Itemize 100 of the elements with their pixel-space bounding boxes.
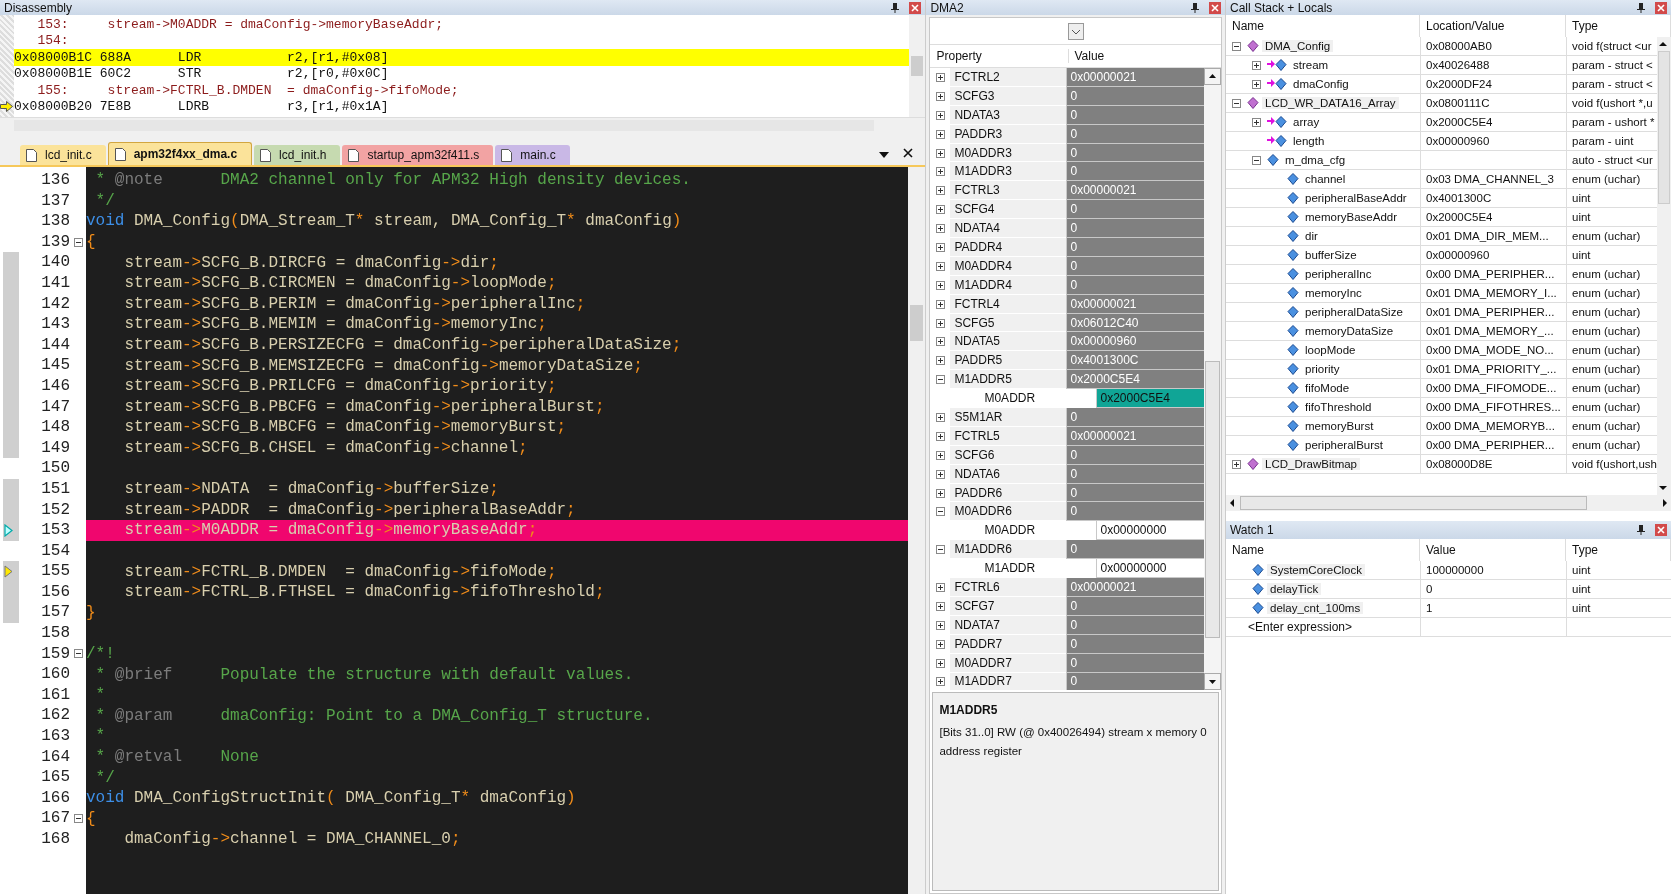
- expand-icon[interactable]: [935, 507, 945, 517]
- variable-name[interactable]: memoryInc: [1302, 287, 1365, 299]
- property-name[interactable]: NDATA5: [950, 332, 1067, 352]
- expand-icon[interactable]: [1252, 79, 1261, 89]
- expand-icon[interactable]: [935, 91, 945, 101]
- variable-name[interactable]: dir: [1302, 230, 1321, 242]
- variable-name[interactable]: memoryBaseAddr: [1302, 211, 1401, 223]
- variable-name[interactable]: peripheralBaseAddr: [1302, 192, 1410, 204]
- scroll-up-icon[interactable]: [1204, 68, 1221, 85]
- property-name[interactable]: M1ADDR5: [950, 370, 1067, 390]
- expand-icon[interactable]: [935, 488, 945, 498]
- property-name[interactable]: SCFG4: [950, 200, 1067, 220]
- expand-icon[interactable]: [935, 658, 945, 668]
- expand-icon[interactable]: [935, 72, 945, 82]
- expand-icon[interactable]: [935, 601, 945, 611]
- code-line: stream->FCTRL_B.FTHSEL = dmaConfig->fifoThreshold;: [123, 583, 605, 602]
- variable-name[interactable]: DMA_Config: [1262, 40, 1334, 52]
- expand-icon[interactable]: [935, 261, 945, 271]
- collapse-icon[interactable]: [73, 237, 83, 247]
- expand-icon[interactable]: [935, 110, 945, 120]
- variable-name[interactable]: peripheralDataSize: [1302, 306, 1406, 318]
- property-name[interactable]: M1ADDR6: [950, 540, 1067, 560]
- code-line: stream->M0ADDR = dmaConfig->memoryBaseAddr;: [123, 521, 538, 540]
- property-name[interactable]: M1ADDR3: [950, 162, 1067, 182]
- variable-name[interactable]: priority: [1302, 363, 1343, 375]
- dropdown-button[interactable]: [1067, 22, 1084, 40]
- expand-icon[interactable]: [1232, 41, 1241, 51]
- variable-name[interactable]: array: [1290, 116, 1323, 128]
- expand-icon[interactable]: [935, 242, 945, 252]
- variable-name[interactable]: stream: [1290, 59, 1332, 71]
- line-number: 167: [40, 808, 70, 829]
- scroll-down-icon[interactable]: [1204, 673, 1221, 690]
- variable-name[interactable]: loopMode: [1302, 344, 1359, 356]
- expand-icon[interactable]: [935, 545, 945, 555]
- expand-icon[interactable]: [1232, 459, 1241, 469]
- variable-name[interactable]: dmaConfig: [1290, 78, 1352, 90]
- variable-name[interactable]: channel: [1302, 173, 1349, 185]
- file-tab[interactable]: lcd_init.h: [254, 145, 341, 165]
- line-number: 156: [40, 581, 70, 603]
- file-tab[interactable]: main.c: [495, 145, 570, 165]
- variable-name[interactable]: LCD_WR_DATA16_Array: [1262, 97, 1399, 109]
- column-header: Property: [930, 49, 1070, 63]
- pin-icon[interactable]: [1191, 2, 1199, 13]
- variable-name[interactable]: bufferSize: [1302, 249, 1360, 261]
- property-name[interactable]: FCTRL3: [950, 181, 1067, 201]
- expand-icon[interactable]: [935, 583, 945, 592]
- expand-icon[interactable]: [935, 148, 945, 158]
- property-value: 0: [1066, 219, 1204, 238]
- expand-icon[interactable]: [935, 224, 945, 234]
- expand-icon[interactable]: [1252, 117, 1261, 127]
- variable-name[interactable]: delay_cnt_100ms: [1267, 602, 1364, 614]
- expand-icon[interactable]: [935, 412, 945, 422]
- property-name[interactable]: S5M1AR: [950, 408, 1067, 427]
- variable-name[interactable]: fifoThreshold: [1302, 401, 1375, 413]
- property-name[interactable]: PADDR5: [950, 351, 1067, 371]
- property-name[interactable]: PADDR4: [950, 238, 1067, 257]
- variable-name[interactable]: m_dma_cfg: [1282, 154, 1349, 166]
- expression-field[interactable]: <Enter expression>: [1248, 620, 1408, 634]
- variable-name[interactable]: delayTick: [1267, 583, 1322, 595]
- variable-name[interactable]: length: [1290, 135, 1328, 147]
- file-tab[interactable]: apm32f4xx_dma.c: [107, 142, 253, 165]
- expand-icon[interactable]: [935, 299, 945, 309]
- collapse-icon[interactable]: [73, 649, 83, 659]
- property-name[interactable]: M0ADDR6: [950, 502, 1067, 522]
- expand-icon[interactable]: [935, 620, 945, 630]
- variable-name[interactable]: peripheralBurst: [1302, 439, 1386, 451]
- variable-name[interactable]: SystemCoreClock: [1267, 564, 1365, 576]
- variable-name[interactable]: LCD_DrawBitmap: [1262, 458, 1360, 470]
- property-name[interactable]: FCTRL6: [950, 578, 1067, 597]
- collapse-icon[interactable]: [73, 814, 83, 824]
- dropdown-icon[interactable]: [879, 152, 890, 158]
- expand-icon[interactable]: [935, 356, 945, 366]
- expand-icon[interactable]: [935, 450, 945, 460]
- expand-icon[interactable]: [935, 639, 945, 649]
- expand-icon[interactable]: [935, 375, 945, 385]
- variable-name[interactable]: memoryDataSize: [1302, 325, 1397, 337]
- variable-name[interactable]: peripheralInc: [1302, 268, 1375, 280]
- expand-icon[interactable]: [1232, 98, 1241, 108]
- expand-icon[interactable]: [935, 431, 945, 441]
- file-tab[interactable]: lcd_init.c: [20, 145, 106, 165]
- expand-icon[interactable]: [935, 318, 945, 328]
- pin-icon[interactable]: [1637, 525, 1645, 535]
- expand-icon[interactable]: [935, 337, 945, 347]
- pin-icon[interactable]: [891, 2, 900, 13]
- file-tab[interactable]: startup_apm32f411.s: [342, 145, 494, 165]
- expand-icon[interactable]: [935, 129, 945, 139]
- expand-icon[interactable]: [935, 280, 945, 290]
- expand-icon[interactable]: [935, 205, 945, 215]
- expand-icon[interactable]: [935, 167, 945, 177]
- expand-icon[interactable]: [935, 677, 945, 687]
- close-icon[interactable]: [903, 148, 914, 158]
- property-name[interactable]: FCTRL2: [950, 68, 1067, 87]
- expand-icon[interactable]: [1252, 155, 1261, 165]
- expand-icon[interactable]: [935, 186, 945, 196]
- pin-icon[interactable]: [1637, 2, 1645, 13]
- expand-icon[interactable]: [1252, 60, 1261, 70]
- expand-icon[interactable]: [935, 469, 945, 479]
- property-name[interactable]: NDATA4: [950, 219, 1067, 238]
- variable-name[interactable]: memoryBurst: [1302, 420, 1377, 432]
- variable-name[interactable]: fifoMode: [1302, 382, 1353, 394]
